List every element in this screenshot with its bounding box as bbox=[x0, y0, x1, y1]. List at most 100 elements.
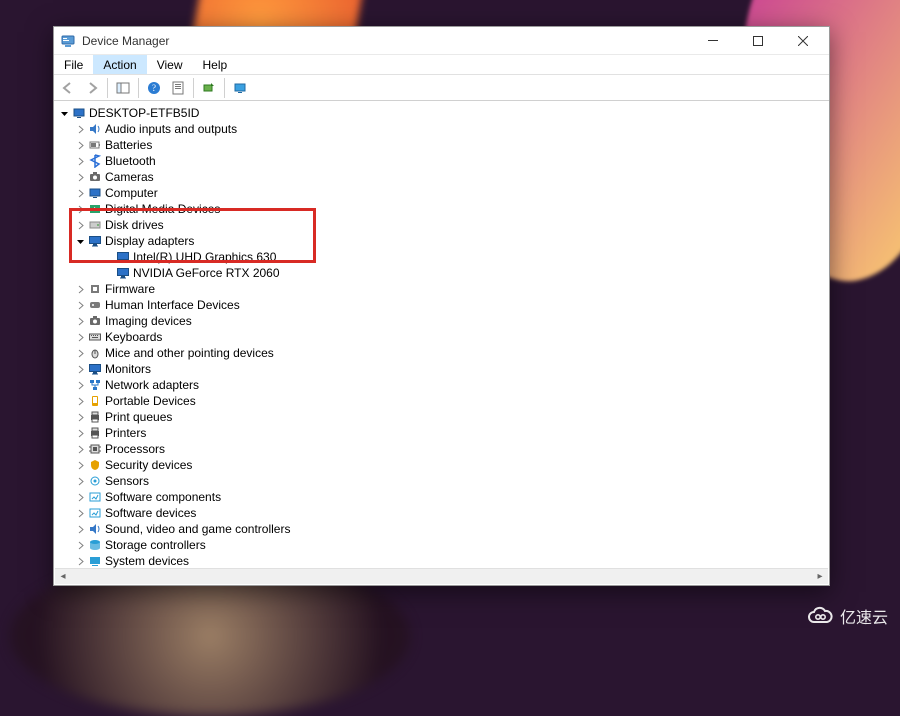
scroll-left-button[interactable]: ◂ bbox=[55, 569, 71, 585]
category-label: Display adapters bbox=[105, 233, 194, 249]
devices-and-printers-button[interactable] bbox=[229, 77, 251, 99]
minimize-button[interactable] bbox=[690, 27, 735, 55]
watermark-text: 亿速云 bbox=[840, 604, 888, 628]
tree-category-node[interactable]: Sensors bbox=[74, 473, 829, 489]
chevron-right-icon[interactable] bbox=[74, 429, 86, 438]
scroll-right-button[interactable]: ▸ bbox=[812, 569, 828, 585]
chevron-right-icon[interactable] bbox=[74, 141, 86, 150]
chevron-right-icon[interactable] bbox=[74, 461, 86, 470]
chevron-right-icon[interactable] bbox=[74, 189, 86, 198]
tree-category-node[interactable]: Printers bbox=[74, 425, 829, 441]
tree-category-node[interactable]: Keyboards bbox=[74, 329, 829, 345]
maximize-button[interactable] bbox=[735, 27, 780, 55]
display-icon bbox=[115, 249, 131, 265]
tree-category-node[interactable]: Security devices bbox=[74, 457, 829, 473]
tree-category-node[interactable]: Software devices bbox=[74, 505, 829, 521]
chevron-right-icon[interactable] bbox=[74, 157, 86, 166]
mouse-icon bbox=[87, 345, 103, 361]
chevron-right-icon[interactable] bbox=[74, 541, 86, 550]
bluetooth-icon bbox=[87, 153, 103, 169]
chevron-right-icon[interactable] bbox=[74, 317, 86, 326]
tree-root-node[interactable]: DESKTOP-ETFB5ID bbox=[58, 105, 829, 121]
tree-category-node[interactable]: Human Interface Devices bbox=[74, 297, 829, 313]
tree-category-node[interactable]: Computer bbox=[74, 185, 829, 201]
back-button[interactable] bbox=[57, 77, 79, 99]
category-label: Printers bbox=[105, 425, 146, 441]
forward-button[interactable] bbox=[81, 77, 103, 99]
properties-button[interactable] bbox=[167, 77, 189, 99]
tree-category-node[interactable]: Imaging devices bbox=[74, 313, 829, 329]
tree-category-node[interactable]: Network adapters bbox=[74, 377, 829, 393]
window-title: Device Manager bbox=[82, 34, 169, 48]
category-label: Software components bbox=[105, 489, 221, 505]
device-label: NVIDIA GeForce RTX 2060 bbox=[133, 265, 280, 281]
tree-category-node[interactable]: Print queues bbox=[74, 409, 829, 425]
tree-device-node[interactable]: Intel(R) UHD Graphics 630 bbox=[90, 249, 829, 265]
tree-device-node[interactable]: NVIDIA GeForce RTX 2060 bbox=[90, 265, 829, 281]
chevron-right-icon[interactable] bbox=[74, 285, 86, 294]
security-icon bbox=[87, 457, 103, 473]
chevron-right-icon[interactable] bbox=[74, 221, 86, 230]
chevron-right-icon[interactable] bbox=[74, 205, 86, 214]
chevron-right-icon[interactable] bbox=[74, 173, 86, 182]
category-label: Digital Media Devices bbox=[105, 201, 220, 217]
horizontal-scrollbar[interactable]: ◂ ▸ bbox=[55, 568, 828, 584]
category-label: Audio inputs and outputs bbox=[105, 121, 237, 137]
category-label: Imaging devices bbox=[105, 313, 192, 329]
tree-content[interactable]: DESKTOP-ETFB5IDAudio inputs and outputsB… bbox=[54, 101, 829, 585]
tree-category-node[interactable]: Display adapters bbox=[74, 233, 829, 249]
chevron-right-icon[interactable] bbox=[74, 413, 86, 422]
menu-file[interactable]: File bbox=[54, 55, 93, 74]
chevron-right-icon[interactable] bbox=[74, 333, 86, 342]
toolbar: ? bbox=[54, 75, 829, 101]
category-label: Portable Devices bbox=[105, 393, 196, 409]
app-icon bbox=[60, 33, 76, 49]
chevron-right-icon[interactable] bbox=[74, 397, 86, 406]
close-button[interactable] bbox=[780, 27, 825, 55]
chevron-right-icon[interactable] bbox=[74, 301, 86, 310]
tree-category-node[interactable]: Monitors bbox=[74, 361, 829, 377]
tree-category-node[interactable]: Processors bbox=[74, 441, 829, 457]
menu-action[interactable]: Action bbox=[93, 55, 146, 74]
tree-category-node[interactable]: Batteries bbox=[74, 137, 829, 153]
chevron-right-icon[interactable] bbox=[74, 477, 86, 486]
tree-category-node[interactable]: Disk drives bbox=[74, 217, 829, 233]
hid-icon bbox=[87, 297, 103, 313]
speaker-icon bbox=[87, 121, 103, 137]
tree-category-node[interactable]: Cameras bbox=[74, 169, 829, 185]
chevron-down-icon[interactable] bbox=[58, 109, 70, 118]
chevron-right-icon[interactable] bbox=[74, 365, 86, 374]
scan-hardware-button[interactable] bbox=[198, 77, 220, 99]
display-icon bbox=[87, 233, 103, 249]
tree-category-node[interactable]: Mice and other pointing devices bbox=[74, 345, 829, 361]
tree-category-node[interactable]: Bluetooth bbox=[74, 153, 829, 169]
chevron-down-icon[interactable] bbox=[74, 237, 86, 246]
category-label: Human Interface Devices bbox=[105, 297, 240, 313]
category-label: Computer bbox=[105, 185, 158, 201]
menu-view[interactable]: View bbox=[147, 55, 193, 74]
tree-category-node[interactable]: Software components bbox=[74, 489, 829, 505]
chevron-right-icon[interactable] bbox=[74, 493, 86, 502]
category-label: Sensors bbox=[105, 473, 149, 489]
tree-category-node[interactable]: Storage controllers bbox=[74, 537, 829, 553]
keyboard-icon bbox=[87, 329, 103, 345]
chevron-right-icon[interactable] bbox=[74, 509, 86, 518]
tree-category-node[interactable]: Audio inputs and outputs bbox=[74, 121, 829, 137]
tree-category-node[interactable]: Portable Devices bbox=[74, 393, 829, 409]
chevron-right-icon[interactable] bbox=[74, 525, 86, 534]
tree-category-node[interactable]: Firmware bbox=[74, 281, 829, 297]
chevron-right-icon[interactable] bbox=[74, 445, 86, 454]
show-hide-console-button[interactable] bbox=[112, 77, 134, 99]
category-label: Cameras bbox=[105, 169, 154, 185]
chevron-right-icon[interactable] bbox=[74, 381, 86, 390]
tree-category-node[interactable]: System devices bbox=[74, 553, 829, 569]
sensor-icon bbox=[87, 473, 103, 489]
help-button[interactable]: ? bbox=[143, 77, 165, 99]
menu-help[interactable]: Help bbox=[193, 55, 238, 74]
tree-category-node[interactable]: Sound, video and game controllers bbox=[74, 521, 829, 537]
chevron-right-icon[interactable] bbox=[74, 349, 86, 358]
chevron-right-icon[interactable] bbox=[74, 557, 86, 566]
chevron-right-icon[interactable] bbox=[74, 125, 86, 134]
svg-text:?: ? bbox=[152, 83, 156, 93]
tree-category-node[interactable]: Digital Media Devices bbox=[74, 201, 829, 217]
